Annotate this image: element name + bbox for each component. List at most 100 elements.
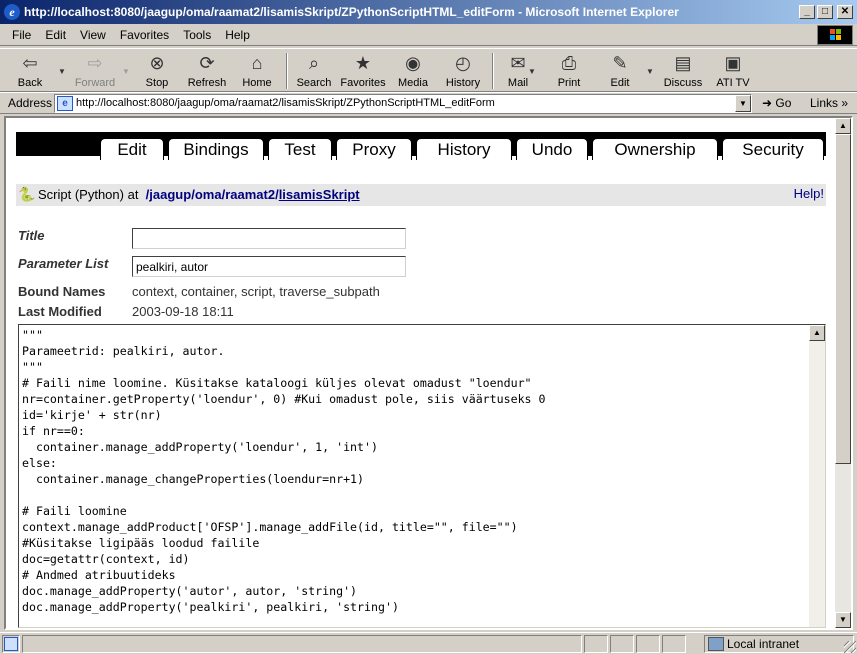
object-description: Script (Python) at /jaagup/oma/raamat2/l… (38, 187, 360, 202)
help-link[interactable]: Help! (794, 186, 824, 201)
object-header: 🐍 Script (Python) at /jaagup/oma/raamat2… (16, 184, 826, 206)
last-modified-value: 2003-09-18 18:11 (132, 304, 234, 319)
menu-file[interactable]: File (0, 28, 38, 42)
history-icon: ◴ (455, 53, 471, 73)
breadcrumb: /jaagup/oma/raamat2/lisamisSkript (145, 187, 360, 202)
scroll-up-icon[interactable]: ▲ (809, 325, 825, 341)
address-label: Address (8, 96, 53, 110)
home-button[interactable]: ⌂ Home (236, 51, 278, 91)
minimize-button[interactable]: _ (799, 5, 815, 19)
links-button[interactable]: Links » (810, 96, 848, 110)
media-button[interactable]: ◉ Media (392, 51, 434, 91)
management-tabs: Edit Bindings Test Proxy History Undo Ow… (16, 132, 826, 160)
security-zone: Local intranet (704, 635, 854, 653)
edit-document-icon: ✎ (612, 53, 628, 73)
menu-view[interactable]: View (73, 28, 113, 42)
window-controls: _ □ ✕ (799, 5, 853, 19)
toolbar-separator (286, 53, 288, 89)
stop-button[interactable]: ⊗ Stop (136, 51, 178, 91)
address-dropdown-icon[interactable]: ▼ (735, 95, 751, 112)
forward-dropdown-icon[interactable]: ▼ (122, 67, 130, 76)
back-dropdown-icon[interactable]: ▼ (58, 67, 66, 76)
discuss-icon: ▤ (674, 53, 692, 73)
title-input[interactable] (132, 228, 406, 249)
go-arrow-icon: ➜ (762, 96, 773, 110)
current-object-link[interactable]: lisamisSkript (279, 187, 360, 202)
tab-test[interactable]: Test (268, 138, 332, 160)
scroll-up-icon[interactable]: ▲ (835, 118, 851, 134)
edit-button[interactable]: ✎ Edit (600, 51, 640, 91)
breadcrumb-link[interactable]: raamat2 (225, 187, 275, 202)
favorites-icon: ★ (354, 53, 372, 73)
resize-grip[interactable] (844, 641, 856, 653)
tab-ownership[interactable]: Ownership (592, 138, 718, 160)
scroll-down-icon[interactable]: ▼ (835, 612, 851, 628)
discuss-button[interactable]: ▤ Discuss (660, 51, 706, 91)
intranet-icon (708, 637, 724, 651)
tab-history[interactable]: History (416, 138, 512, 160)
script-body-textarea[interactable]: """ Parameetrid: pealkiri, autor. """ # … (18, 324, 826, 628)
menu-favorites[interactable]: Favorites (113, 28, 176, 42)
status-text (22, 635, 582, 653)
edit-dropdown-icon[interactable]: ▼ (646, 67, 654, 76)
chevron-right-icon: » (841, 96, 849, 110)
menu-bar: File Edit View Favorites Tools Help (0, 24, 857, 46)
home-icon: ⌂ (251, 53, 263, 73)
tab-security[interactable]: Security (722, 138, 824, 160)
history-button[interactable]: ◴ History (440, 51, 486, 91)
mail-icon: ✉ (510, 53, 526, 73)
status-page-icon (2, 635, 20, 653)
python-script-icon: 🐍 (18, 186, 36, 202)
tab-proxy[interactable]: Proxy (336, 138, 412, 160)
print-button[interactable]: ⎙ Print (550, 51, 588, 91)
go-button[interactable]: ➜ Go (762, 96, 791, 110)
forward-arrow-icon: ⇨ (87, 53, 103, 73)
mail-dropdown-icon[interactable]: ▼ (528, 67, 536, 76)
forward-button[interactable]: ⇨ Forward (70, 51, 120, 91)
title-label: Title (18, 228, 45, 243)
title-bar: e http://localhost:8080/jaagup/oma/raama… (0, 0, 857, 24)
back-arrow-icon: ⇦ (22, 53, 38, 73)
tab-bindings[interactable]: Bindings (168, 138, 264, 160)
code-scrollbar[interactable]: ▲ (809, 325, 825, 627)
breadcrumb-link[interactable]: jaagup (149, 187, 191, 202)
ati-tv-button[interactable]: ▣ ATI TV (710, 51, 756, 91)
toolbar-separator (492, 53, 494, 89)
address-input[interactable]: e http://localhost:8080/jaagup/oma/raama… (54, 94, 752, 113)
menu-help[interactable]: Help (218, 28, 257, 42)
back-button[interactable]: ⇦ Back (6, 51, 54, 91)
bound-names-label: Bound Names (18, 284, 106, 299)
ie-icon: e (4, 4, 20, 20)
status-bar: Local intranet (0, 632, 857, 654)
print-icon: ⎙ (561, 53, 577, 73)
close-button[interactable]: ✕ (837, 5, 853, 19)
maximize-button[interactable]: □ (817, 5, 833, 19)
tab-undo[interactable]: Undo (516, 138, 588, 160)
toolbar: ⇦ Back ▼ ⇨ Forward ▼ ⊗ Stop ⟳ Refresh ⌂ … (0, 48, 857, 92)
favorites-button[interactable]: ★ Favorites (338, 51, 388, 91)
windows-logo-icon (817, 25, 853, 45)
status-cell (662, 635, 686, 653)
media-icon: ◉ (405, 53, 421, 73)
stop-icon: ⊗ (149, 53, 165, 73)
breadcrumb-link[interactable]: oma (195, 187, 222, 202)
parameter-list-input[interactable] (132, 256, 406, 277)
search-button[interactable]: ⌕ Search (292, 51, 336, 91)
refresh-button[interactable]: ⟳ Refresh (184, 51, 230, 91)
menu-edit[interactable]: Edit (38, 28, 73, 42)
status-cell (610, 635, 634, 653)
window-title: http://localhost:8080/jaagup/oma/raamat2… (24, 5, 679, 19)
tab-edit[interactable]: Edit (100, 138, 164, 160)
page-scrollbar[interactable]: ▲ ▼ (835, 118, 851, 628)
bound-names-value: context, container, script, traverse_sub… (132, 284, 380, 299)
address-url[interactable]: http://localhost:8080/jaagup/oma/raamat2… (76, 97, 495, 109)
parameter-list-label: Parameter List (18, 256, 109, 271)
scrollbar-thumb[interactable] (835, 134, 851, 464)
menu-tools[interactable]: Tools (176, 28, 218, 42)
refresh-icon: ⟳ (199, 53, 215, 73)
script-code[interactable]: """ Parameetrid: pealkiri, autor. """ # … (22, 327, 546, 615)
status-cell (584, 635, 608, 653)
page-icon: e (57, 96, 73, 111)
search-icon: ⌕ (308, 53, 320, 73)
last-modified-label: Last Modified (18, 304, 102, 319)
